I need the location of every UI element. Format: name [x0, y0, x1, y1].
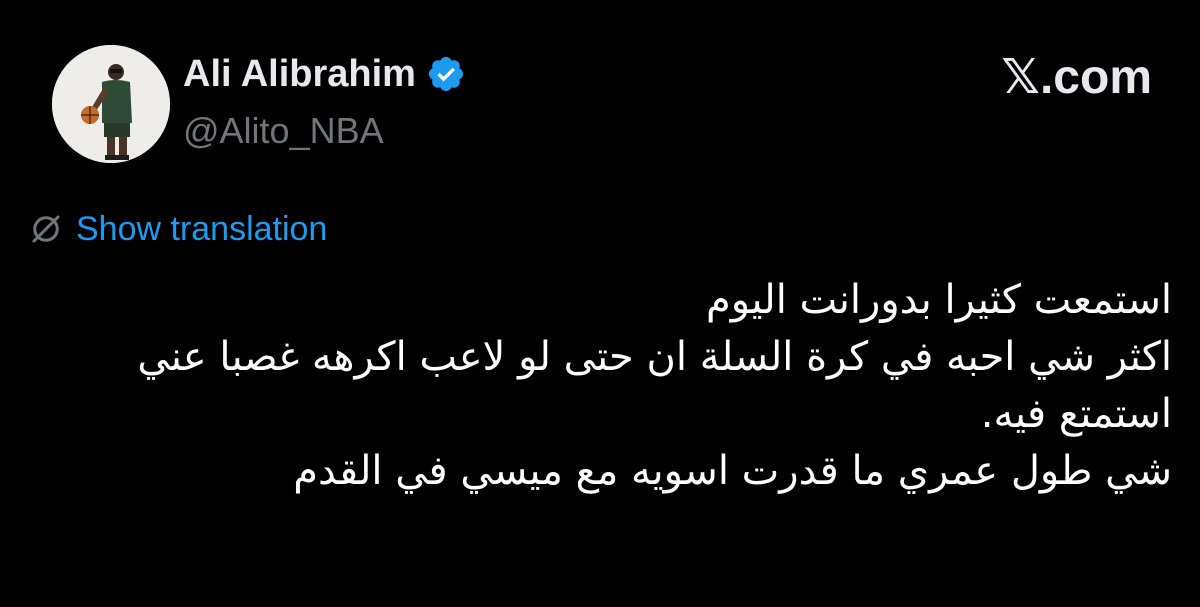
tweet-card: Ali Alibrahim @Alito_NBA 𝕏.com Show tran…: [0, 0, 1200, 607]
tweet-line: شي طول عمري ما قدرت اسويه مع ميسي في الق…: [293, 448, 1172, 494]
tweet-text: استمعت كثيرا بدورانت اليوم اكثر شي احبه …: [22, 272, 1172, 500]
avatar-photo: [52, 45, 170, 163]
tweet-line: اكثر شي احبه في كرة السلة ان حتى لو لاعب…: [137, 334, 1172, 380]
author-handle[interactable]: @Alito_NBA: [183, 110, 384, 152]
globe-slash-icon: [28, 211, 64, 247]
x-brand-text: 𝕏.com: [1001, 51, 1152, 104]
avatar[interactable]: [52, 45, 170, 163]
tweet-line: استمتع فيه.: [980, 391, 1172, 437]
author-name-row[interactable]: Ali Alibrahim: [183, 52, 466, 96]
show-translation-row[interactable]: Show translation: [28, 207, 327, 251]
tweet-line: استمعت كثيرا بدورانت اليوم: [706, 277, 1172, 323]
author-display-name[interactable]: Ali Alibrahim: [183, 53, 416, 96]
verified-badge-icon: [426, 54, 466, 94]
x-logo: 𝕏.com: [1001, 51, 1152, 104]
show-translation-link[interactable]: Show translation: [76, 210, 327, 249]
